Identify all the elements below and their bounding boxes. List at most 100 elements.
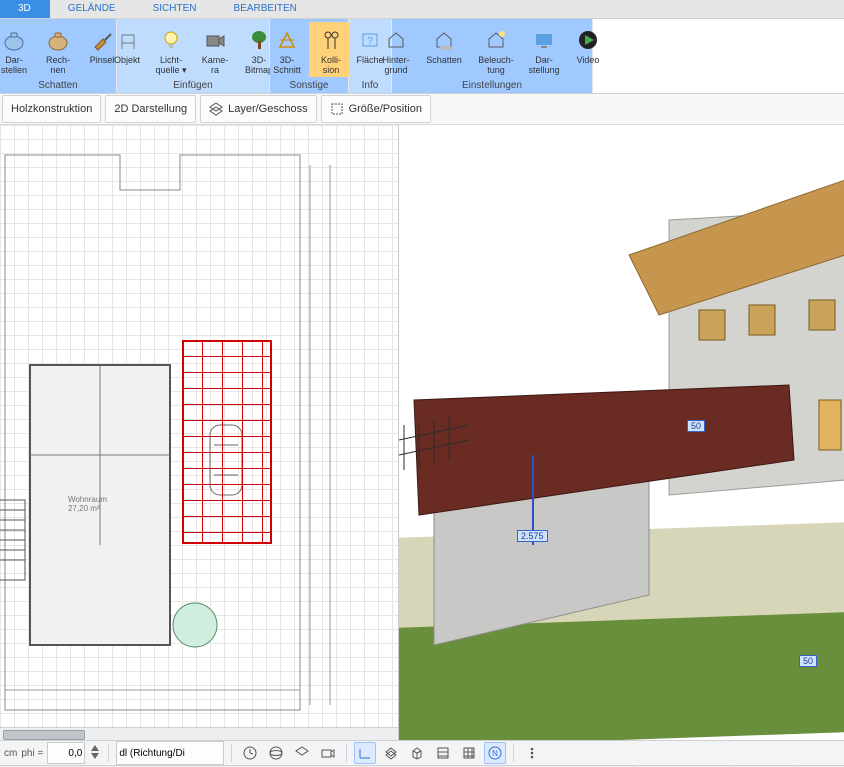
tool-clock[interactable] — [239, 742, 261, 764]
mode-select[interactable] — [116, 741, 224, 765]
ribbon-btn-darstellen[interactable]: Dar- stellen — [0, 22, 36, 77]
tool-cube[interactable] — [406, 742, 428, 764]
separator — [513, 744, 514, 762]
ribbon-btn-beleuchtung-label: Beleuch- tung — [478, 55, 514, 77]
globe-icon — [269, 746, 283, 760]
group-label-einfuegen: Einfügen — [173, 79, 212, 93]
teapot-calc-icon — [46, 25, 70, 55]
group-label-info: Info — [362, 79, 379, 93]
ribbon-btn-kamera-label: Kame- ra — [202, 55, 229, 77]
viewport-3d[interactable]: 2.575 50 50 — [399, 125, 844, 740]
chevron-down-icon — [90, 752, 100, 760]
ribbon-group-schatten: Dar- stellen Rech- nen Pinsel Schatten — [0, 19, 117, 93]
ribbon: Dar- stellen Rech- nen Pinsel Schatten — [0, 19, 844, 94]
shadow-house-icon — [433, 25, 455, 55]
ribbon-btn-darstellen-label: Dar- stellen — [1, 55, 27, 77]
ribbon-btn-objekt[interactable]: Objekt — [105, 22, 149, 77]
group-label-sonstige: Sonstige — [290, 79, 329, 93]
ctx-label: Größe/Position — [349, 103, 422, 115]
more-vertical-icon — [525, 746, 539, 760]
ribbon-btn-video[interactable]: Video — [566, 22, 610, 77]
group-label-schatten: Schatten — [38, 79, 77, 93]
ctx-btn-holzkonstruktion[interactable]: Holzkonstruktion — [2, 95, 101, 123]
selected-timber-frame[interactable] — [182, 340, 272, 544]
ribbon-btn-rechnen-label: Rech- nen — [46, 55, 70, 77]
menu-tab-sichten[interactable]: SICHTEN — [135, 0, 216, 18]
coord-toolbar: cm phi = N — [0, 740, 844, 765]
display-icon — [533, 25, 555, 55]
ribbon-btn-lichtquelle[interactable]: Licht- quelle ▾ — [149, 22, 193, 77]
ctx-btn-groesse-position[interactable]: Größe/Position — [321, 95, 431, 123]
ribbon-btn-rechnen[interactable]: Rech- nen — [36, 22, 80, 77]
layers-icon — [295, 746, 309, 760]
snap-layers-icon — [384, 746, 398, 760]
resize-icon — [330, 102, 344, 116]
angle-icon — [358, 746, 372, 760]
unit-label: cm — [4, 748, 17, 759]
context-toolbar: Holzkonstruktion 2D Darstellung Layer/Ge… — [0, 94, 844, 125]
ribbon-btn-3dschnitt-label: 3D- Schnitt — [273, 55, 301, 77]
ribbon-btn-kamera[interactable]: Kame- ra — [193, 22, 237, 77]
camera-small-icon — [321, 746, 335, 760]
ribbon-group-einfuegen: Objekt Licht- quelle ▾ Kame- ra 3D- Bitm… — [117, 19, 270, 93]
menu-tab-bearbeiten[interactable]: BEARBEITEN — [216, 0, 316, 18]
ribbon-btn-schatten2[interactable]: Schatten — [418, 22, 470, 77]
ctx-btn-layer-geschoss[interactable]: Layer/Geschoss — [200, 95, 316, 123]
tool-grid[interactable] — [458, 742, 480, 764]
ribbon-btn-kollision[interactable]: Kolli- sion — [309, 22, 353, 77]
ribbon-btn-3dschnitt[interactable]: 3D- Schnitt — [265, 22, 309, 77]
tool-north[interactable]: N — [484, 742, 506, 764]
ribbon-btn-hintergrund[interactable]: Hinter- grund — [374, 22, 418, 77]
ctx-btn-2d-darstellung[interactable]: 2D Darstellung — [105, 95, 196, 123]
teapot-shade-icon — [2, 25, 26, 55]
ribbon-btn-hintergrund-label: Hinter- grund — [382, 55, 409, 77]
ribbon-btn-darstellung-label: Dar- stellung — [528, 55, 559, 77]
scrollbar-h-2d[interactable] — [0, 727, 398, 740]
svg-text:N: N — [492, 749, 498, 758]
menu-tab-gelaende[interactable]: GELÄNDE — [50, 0, 135, 18]
ribbon-btn-lichtquelle-label: Licht- quelle ▾ — [155, 55, 186, 77]
play-video-icon — [577, 25, 599, 55]
separator — [108, 744, 109, 762]
hatch-icon — [436, 746, 450, 760]
collision-icon — [320, 25, 342, 55]
camera-icon — [204, 25, 226, 55]
ctx-label: Layer/Geschoss — [228, 103, 307, 115]
scrollbar-thumb[interactable] — [3, 730, 85, 740]
ribbon-btn-schatten2-label: Schatten — [426, 55, 462, 77]
dim-main-3d: 2.575 — [517, 530, 548, 542]
tool-globe[interactable] — [265, 742, 287, 764]
background-house-icon — [385, 25, 407, 55]
clock-icon — [243, 746, 257, 760]
group-label-einstellungen: Einstellungen — [462, 79, 522, 93]
tool-camera[interactable] — [317, 742, 339, 764]
ribbon-btn-video-label: Video — [577, 55, 600, 77]
ctx-label: Holzkonstruktion — [11, 103, 92, 115]
ribbon-btn-darstellung[interactable]: Dar- stellung — [522, 22, 566, 77]
north-icon: N — [488, 746, 502, 760]
tool-layers[interactable] — [291, 742, 313, 764]
dim-tag-a: 50 — [687, 420, 705, 432]
ribbon-btn-beleuchtung[interactable]: Beleuch- tung — [470, 22, 522, 77]
phi-input[interactable] — [47, 742, 85, 764]
separator — [346, 744, 347, 762]
chevron-up-icon — [90, 744, 100, 752]
tool-more[interactable] — [521, 742, 543, 764]
separator — [231, 744, 232, 762]
menu-tab-3d[interactable]: 3D — [0, 0, 50, 18]
ribbon-btn-kollision-label: Kolli- sion — [321, 55, 341, 77]
tool-ortho[interactable] — [354, 742, 376, 764]
tool-snap-layers[interactable] — [380, 742, 402, 764]
phi-spinner[interactable] — [89, 744, 101, 762]
ribbon-group-einstellungen: Hinter- grund Schatten Beleuch- tung Dar… — [392, 19, 593, 93]
room-label-wohnraum: Wohnraum 27,20 m² — [68, 495, 107, 513]
svg-text:?: ? — [367, 36, 373, 47]
main-split: Wohnraum 27,20 m² — [0, 125, 844, 740]
tool-hatch[interactable] — [432, 742, 454, 764]
building-3d — [399, 125, 844, 740]
viewport-2d[interactable]: Wohnraum 27,20 m² — [0, 125, 399, 740]
chair-icon — [116, 25, 138, 55]
grid-icon — [462, 746, 476, 760]
ribbon-btn-objekt-label: Objekt — [114, 55, 140, 77]
dim-tag-b: 50 — [799, 655, 817, 667]
